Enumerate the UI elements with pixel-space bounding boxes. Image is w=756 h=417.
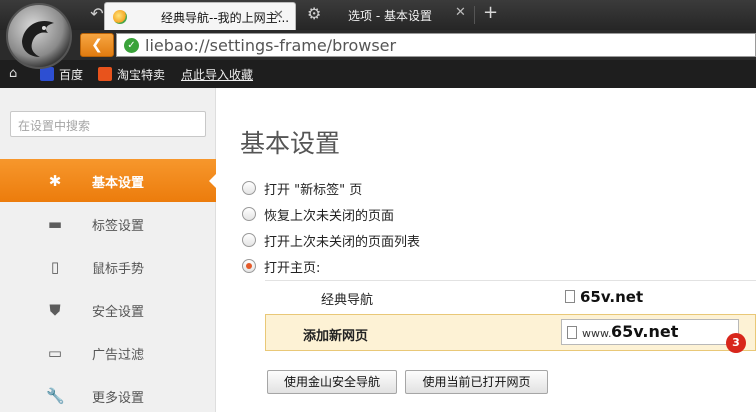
sidebar-item-more-settings[interactable]: 🔧 更多设置 [0, 374, 216, 417]
use-current-pages-button[interactable]: 使用当前已打开网页 [405, 370, 548, 394]
use-kingsoft-nav-button[interactable]: 使用金山安全导航 [267, 370, 397, 394]
sidebar-item-label: 标签设置 [92, 219, 145, 234]
radio-restore-list[interactable] [242, 233, 256, 247]
laptop-icon: ▬ [47, 215, 63, 233]
bookmark-taobao[interactable]: 淘宝特卖 [98, 66, 165, 83]
liebao-logo[interactable] [6, 3, 72, 69]
sidebar-item-ad-filter[interactable]: ▭ 广告过滤 [0, 331, 216, 374]
search-placeholder: 在设置中搜索 [18, 119, 91, 133]
home-icon[interactable]: ⌂ [9, 66, 17, 81]
add-homepage-label: 添加新网页 [303, 329, 369, 344]
tab-home-navigation[interactable]: 经典导航--我的上网主... ✕ [104, 2, 296, 30]
tab-title: 经典导航--我的上网主... [161, 11, 290, 25]
settings-search-input[interactable]: 在设置中搜索 [10, 111, 206, 137]
tab-settings[interactable]: 选项 - 基本设置 [348, 7, 432, 24]
favicon-icon [113, 10, 127, 24]
sidebar-item-label: 鼠标手势 [92, 262, 145, 277]
baidu-paw-icon [40, 67, 54, 81]
url-domain: 65v.net [611, 322, 679, 341]
wrench-icon: 🔧 [46, 387, 65, 405]
page-icon [567, 326, 577, 339]
taobao-icon [98, 67, 112, 81]
radio-label[interactable]: 打开上次未关闭的页面列表 [264, 231, 420, 250]
radio-open-homepage[interactable] [242, 259, 256, 273]
sidebar-item-label: 更多设置 [92, 391, 145, 406]
sidebar-item-label: 安全设置 [92, 305, 145, 320]
radio-restore-session[interactable] [242, 207, 256, 221]
sidebar-item-tab-settings[interactable]: ▬ 标签设置 [0, 202, 216, 245]
radio-label[interactable]: 打开 "新标签" 页 [264, 179, 362, 198]
mouse-icon: ▯ [50, 258, 60, 276]
import-bookmarks-link[interactable]: 点此导入收藏 [181, 66, 253, 83]
sidebar-item-basic-settings[interactable]: ✱ 基本设置 [0, 159, 217, 202]
radio-open-new-tab[interactable] [242, 181, 256, 195]
page-title: 基本设置 [240, 129, 341, 158]
sidebar-item-mouse-gestures[interactable]: ▯ 鼠标手势 [0, 245, 216, 288]
secure-shield-icon: ✓ [124, 38, 139, 53]
tab-divider [474, 6, 475, 24]
homepage-name: 经典导航 [321, 293, 374, 308]
sidebar-item-label: 广告过滤 [92, 348, 145, 363]
bookmark-baidu[interactable]: 百度 [40, 66, 83, 83]
page-icon [565, 290, 575, 303]
close-tab-icon[interactable]: ✕ [273, 8, 284, 23]
new-tab-button[interactable]: + [483, 2, 498, 23]
url-text[interactable]: liebao://settings-frame/browser [145, 36, 396, 55]
gear-icon: ✱ [48, 172, 62, 190]
back-button[interactable]: ❮ [80, 33, 114, 57]
close-tab-icon[interactable]: ✕ [455, 5, 466, 20]
address-bar[interactable]: ✓ liebao://settings-frame/browser [116, 33, 756, 57]
radio-label[interactable]: 恢复上次未关闭的页面 [264, 205, 394, 224]
window-icon: ▭ [47, 344, 63, 362]
radio-label[interactable]: 打开主页: [264, 257, 320, 276]
homepage-url[interactable]: 65v.net [565, 288, 643, 306]
shield-icon: ⛊ [49, 301, 61, 319]
sidebar-item-label: 基本设置 [92, 176, 145, 191]
settings-gear-icon[interactable]: ⚙ [307, 4, 321, 23]
homepage-url-input[interactable]: www. 65v.net [561, 319, 739, 345]
sidebar-item-security[interactable]: ⛊ 安全设置 [0, 288, 216, 331]
step-number-badge: 3 [726, 333, 746, 353]
url-prefix: www. [582, 327, 612, 340]
